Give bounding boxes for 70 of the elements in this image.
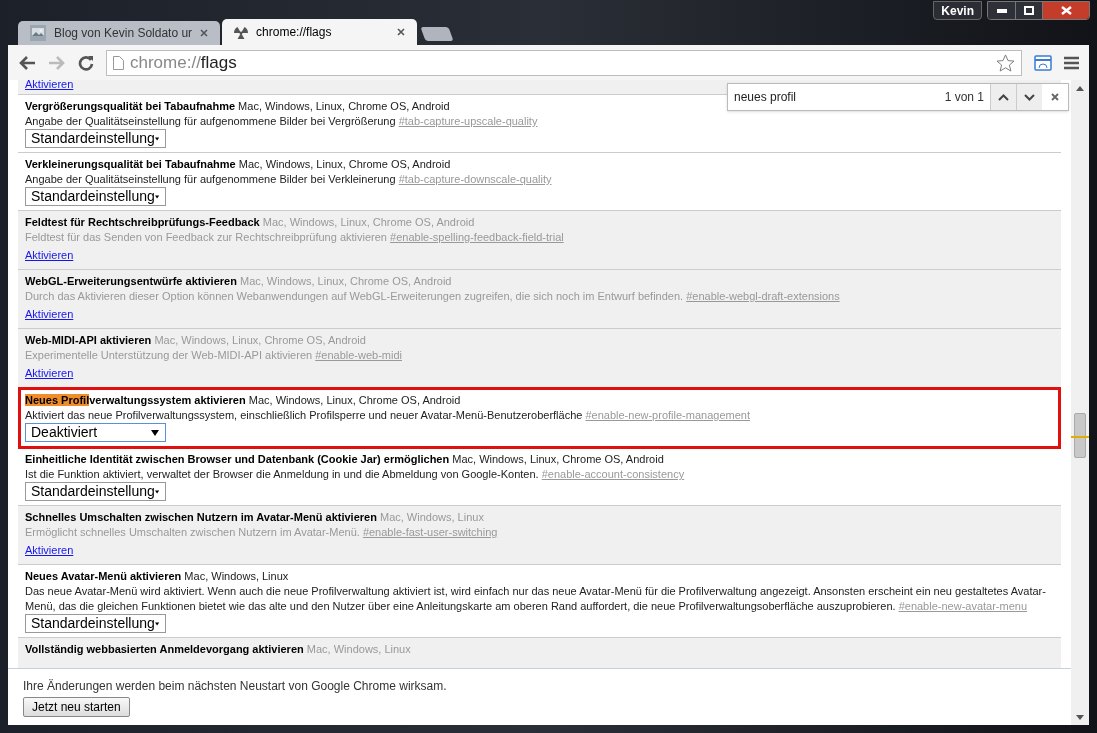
- experiment-title: Einheitliche Identität zwischen Browser und Datenbank (Cookie Jar) ermöglichen Mac, Windows, Linux, Chrome OS, Android: [25, 452, 664, 467]
- back-icon[interactable]: [18, 54, 36, 71]
- dropdown[interactable]: Standardeinstellung: [25, 129, 166, 148]
- experiment-title: Schnelles Umschalten zwischen Nutzern im Avatar-Menü aktivieren Mac, Windows, Linux: [25, 510, 484, 525]
- experiment-description: Experimentelle Unterstützung der Web-MIDI-API aktivieren #enable-web-midi: [25, 348, 403, 363]
- scroll-up-icon[interactable]: [1076, 86, 1084, 91]
- caret-icon: [151, 429, 159, 436]
- experiment-description: Ist die Funktion aktiviert, verwaltet der Browser die Anmeldung in und die Abmeldung von Google-Konten. #enable-account-consistency: [25, 467, 685, 482]
- experiment-title: Web-MIDI-API aktivieren Mac, Windows, Linux, Chrome OS, Android: [25, 333, 366, 348]
- dropdown[interactable]: Standardeinstellung: [25, 187, 166, 206]
- maximize-button[interactable]: [1015, 2, 1042, 19]
- address-bar[interactable]: chrome://flags: [106, 49, 1022, 76]
- experiment-title: Feldtest für Rechtschreibprüfungs-Feedback Mac, Windows, Linux, Chrome OS, Android: [25, 215, 475, 230]
- experiment-description: Angabe der Qualitätseinstellung für aufgenommene Bilder bei Vergrößerung #tab-capture-upscale-quality: [25, 114, 538, 129]
- menu-icon[interactable]: [1064, 55, 1079, 70]
- close-icon: [1060, 6, 1072, 15]
- star-icon[interactable]: [996, 53, 1015, 72]
- minimize-icon: [996, 8, 1007, 13]
- down-chevron-icon: [1024, 93, 1035, 101]
- browser-tab[interactable]: Blog von Kevin Soldato ur: [18, 21, 221, 45]
- experiment-title: Neues Avatar-Menü aktivieren Mac, Windows, Linux: [25, 569, 289, 584]
- enable-link[interactable]: Aktivieren: [25, 248, 74, 263]
- enable-link[interactable]: Aktivieren: [25, 543, 74, 558]
- extension-icon[interactable]: [1034, 54, 1052, 71]
- up-chevron-icon: [998, 93, 1009, 101]
- experiment-title: Vollständig webbasierten Anmeldevorgang aktivieren Mac, Windows, Linux: [25, 642, 411, 657]
- experiment-description: Ermöglicht schnelles Umschalten zwischen Nutzern im Avatar-Menü. #enable-fast-user-switching: [25, 525, 498, 540]
- experiment-description: Durch das Aktivieren dieser Option können Webanwendungen auf WebGL-Erweiterungen zugreifen, die sich noch im Entwurf befinden. #enable-webgl-draft-extensions: [25, 289, 840, 304]
- url-text: chrome://flags: [130, 51, 238, 74]
- tab-title: Blog von Kevin Soldato ur: [54, 25, 193, 42]
- close-icon[interactable]: [397, 28, 406, 36]
- caret-icon: [154, 193, 159, 200]
- dropdown[interactable]: Standardeinstellung: [25, 482, 166, 501]
- experiment-title: Verkleinerungsqualität bei Tabaufnahme Mac, Windows, Linux, Chrome OS, Android: [25, 157, 451, 172]
- close-icon[interactable]: [200, 29, 209, 37]
- enable-link[interactable]: Aktivieren: [25, 307, 74, 322]
- caret-icon: [154, 620, 159, 627]
- match-count: 1 von 1: [944, 89, 985, 106]
- scroll-thumb[interactable]: [1074, 413, 1086, 458]
- reload-icon[interactable]: [78, 54, 94, 71]
- experiment-description: Aktiviert das neue Profilverwaltungssystem, einschließlich Profilsperre und neuer Avatar-Menü-Benutzeroberfläche #enable-new-profile-management: [25, 408, 750, 423]
- experiment-description: Angabe der Qualitätseinstellung für aufgenommene Bilder bei Verkleinerung #tab-capture-downscale-quality: [25, 172, 552, 187]
- restart-notice: Ihre Änderungen werden beim nächsten Neustart von Google Chrome wirksam.: [23, 678, 447, 695]
- minimize-button[interactable]: [988, 2, 1015, 19]
- next-match-button[interactable]: [1016, 84, 1042, 110]
- tab-title: chrome://flags: [256, 24, 333, 41]
- close-icon: [1051, 93, 1059, 101]
- scrollbar[interactable]: [1071, 80, 1089, 725]
- find-result-marker: [1071, 436, 1089, 438]
- find-bar[interactable]: neues profil 1 von 1: [727, 83, 1069, 111]
- previous-match-button[interactable]: [990, 84, 1016, 110]
- experiment-title: WebGL-Erweiterungsentwürfe aktivieren Mac, Windows, Linux, Chrome OS, Android: [25, 274, 452, 289]
- maximize-icon: [1024, 6, 1034, 15]
- caret-icon: [154, 488, 159, 495]
- experiment-description: Das neue Avatar-Menü wird aktiviert. Wenn auch die neue Profilverwaltung aktiviert ist, wird einfach nur das neue Avatar-Menü für die Profilverwaltung angezeigt. Ansonsten erscheint ein neu gestaltetes Avatar-Menü, das die gleichen Funktionen bietet wie das alte und den Nutzer über eine Anleitungskarte am oberen Rand auffordert, die neue Profilverwaltungsoberfläche auszuprobieren. #enable-new-avatar-menu: [25, 584, 1047, 614]
- page-icon: [113, 55, 124, 70]
- restart-button[interactable]: Jetzt neu starten: [23, 697, 130, 717]
- dropdown[interactable]: Deaktiviert: [25, 423, 166, 442]
- close-window-button[interactable]: [1042, 2, 1089, 19]
- find-field[interactable]: neues profil: [728, 84, 945, 110]
- experiment-description: Feldtest für das Senden von Feedback zur Rechtschreibprüfung aktivieren #enable-spelling-feedback-field-trial: [25, 230, 564, 245]
- caret-icon: [154, 135, 159, 142]
- enable-link[interactable]: Aktivieren: [25, 80, 74, 91]
- scroll-down-icon[interactable]: [1076, 715, 1084, 720]
- dropdown[interactable]: Standardeinstellung: [25, 614, 166, 633]
- radiation-icon: [234, 25, 249, 39]
- enable-link[interactable]: Aktivieren: [25, 366, 74, 381]
- experiment-title: Vergrößerungsqualität bei Tabaufnahme Mac, Windows, Linux, Chrome OS, Android: [25, 99, 450, 114]
- browser-tab[interactable]: chrome://flags: [222, 19, 418, 45]
- profile-button[interactable]: Kevin: [933, 1, 982, 20]
